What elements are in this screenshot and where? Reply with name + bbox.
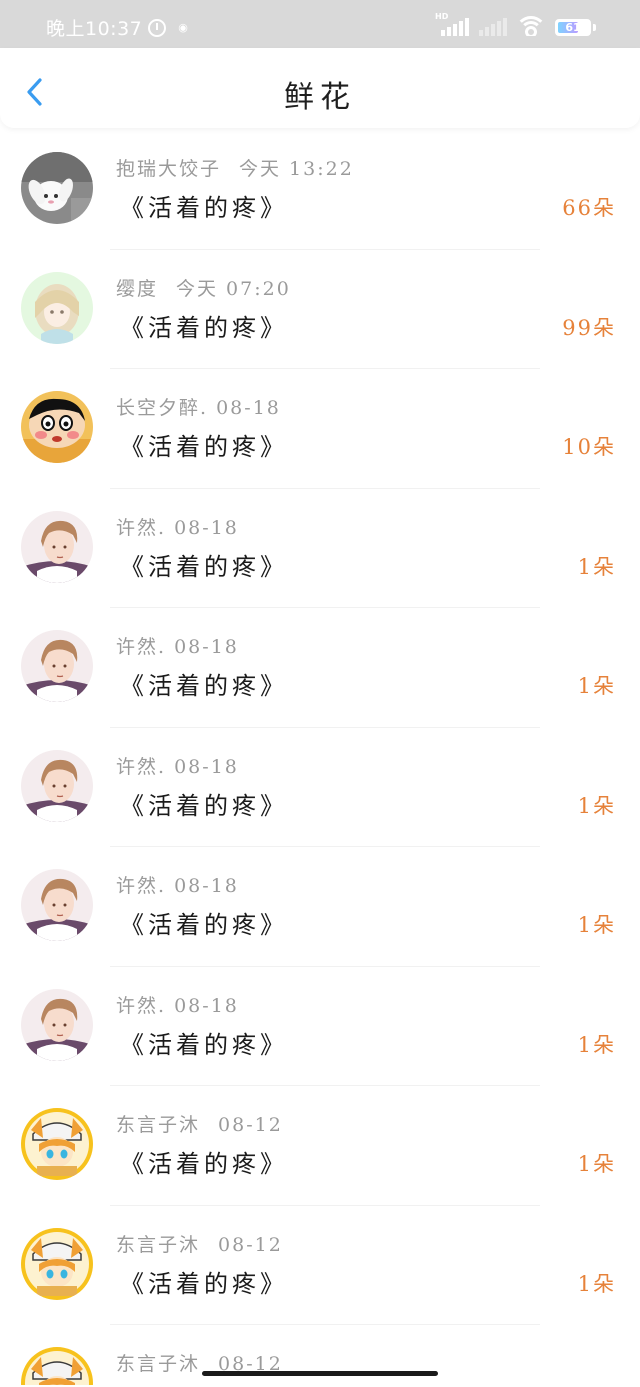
avatar[interactable]	[21, 391, 93, 463]
status-left: 晚上10:37 ◉	[46, 14, 188, 41]
sent-time: 今天 13:22	[239, 158, 354, 180]
book-title: 《活着的疼》	[120, 911, 288, 939]
flower-list: 抱瑞大饺子 今天 13:22 《活着的疼》 66朵缨度 今天 07:20 《活着的疼》 99…	[0, 130, 640, 1385]
avatar[interactable]	[21, 1227, 93, 1300]
avatar[interactable]	[21, 1347, 93, 1385]
book-title: 《活着的疼》	[120, 194, 288, 222]
flower-count: 1朵	[577, 554, 616, 579]
avatar[interactable]	[21, 152, 93, 224]
status-right: HD 61	[435, 12, 596, 36]
nav-header: 鲜花	[0, 48, 640, 128]
list-item[interactable]: 许然. 08-18 《活着的疼》 1朵	[0, 489, 640, 608]
wifi-icon	[517, 16, 545, 36]
sent-time: . 08-18	[200, 397, 281, 419]
status-bar: 晚上10:37 ◉ HD 61	[0, 0, 640, 48]
item-meta: 抱瑞大饺子 今天 13:22	[116, 154, 354, 181]
flower-count: 1朵	[577, 1271, 616, 1296]
sent-time: 今天 07:20	[176, 277, 291, 300]
avatar[interactable]	[21, 869, 93, 941]
book-title: 《活着的疼》	[120, 1150, 288, 1178]
sent-time: . 08-18	[158, 636, 239, 658]
battery-text: 61	[565, 21, 581, 34]
battery-cap	[593, 24, 596, 31]
flower-count: 1朵	[577, 793, 616, 818]
list-item[interactable]: 许然. 08-18 《活着的疼》 1朵	[0, 728, 640, 847]
item-meta: 许然. 08-18	[116, 991, 239, 1018]
avatar[interactable]	[21, 510, 93, 583]
page-title: 鲜花	[284, 80, 356, 115]
flower-count: 99朵	[562, 315, 616, 340]
list-item[interactable]: 东言子沐 08-12	[0, 1325, 640, 1385]
sent-time: 08-12	[218, 1114, 283, 1136]
book-title: 《活着的疼》	[120, 672, 288, 700]
avatar[interactable]	[21, 749, 93, 822]
book-title: 《活着的疼》	[120, 1269, 288, 1298]
flower-count: 1朵	[577, 913, 616, 937]
item-meta: 长空夕醉. 08-18	[116, 393, 281, 420]
list-item[interactable]: 许然. 08-18 《活着的疼》 1朵	[0, 608, 640, 728]
signal-icon: HD	[435, 12, 469, 36]
signal-2-icon	[479, 18, 507, 36]
item-meta: 许然. 08-18	[116, 752, 239, 779]
flower-count: 1朵	[577, 1032, 616, 1057]
sender-name: 东言子沐	[116, 1114, 201, 1136]
sender-name: 缨度	[116, 277, 159, 300]
flower-count: 66朵	[562, 196, 616, 220]
sent-time: . 08-18	[158, 994, 239, 1017]
avatar[interactable]	[21, 1108, 93, 1180]
hd-label: HD	[435, 12, 449, 21]
sent-time: . 08-18	[158, 875, 239, 897]
book-title: 《活着的疼》	[120, 552, 288, 581]
list-item[interactable]: 东言子沐 08-12 《活着的疼》 1朵	[0, 1206, 640, 1325]
status-time: 晚上10:37	[46, 18, 143, 40]
item-meta: 许然. 08-18	[116, 871, 239, 898]
sender-name: 抱瑞大饺子	[116, 158, 222, 180]
sent-time: 08-12	[218, 1233, 283, 1256]
flower-count: 10朵	[562, 435, 616, 459]
sender-name: 许然	[116, 994, 159, 1017]
avatar[interactable]	[21, 630, 93, 702]
list-item[interactable]: 长空夕醉. 08-18 《活着的疼》 10朵	[0, 369, 640, 489]
flower-count: 1朵	[577, 674, 616, 698]
book-title: 《活着的疼》	[120, 313, 288, 342]
book-title: 《活着的疼》	[120, 433, 288, 461]
sender-name: 东言子沐	[116, 1233, 201, 1256]
sender-name: 许然	[116, 875, 159, 897]
list-item[interactable]: 缨度 今天 07:20 《活着的疼》 99朵	[0, 250, 640, 369]
item-meta: 许然. 08-18	[116, 632, 239, 659]
list-item[interactable]: 抱瑞大饺子 今天 13:22 《活着的疼》 66朵	[0, 130, 640, 250]
item-meta: 缨度 今天 07:20	[116, 274, 291, 301]
item-meta: 东言子沐 08-12	[116, 1110, 283, 1137]
list-item[interactable]: 许然. 08-18 《活着的疼》 1朵	[0, 967, 640, 1086]
sender-name: 许然	[116, 755, 159, 778]
book-title: 《活着的疼》	[120, 791, 288, 820]
avatar[interactable]	[21, 988, 93, 1061]
list-item[interactable]: 东言子沐 08-12 《活着的疼》 1朵	[0, 1086, 640, 1206]
sent-time: . 08-18	[158, 755, 239, 778]
avatar[interactable]	[21, 271, 93, 344]
item-meta: 许然. 08-18	[116, 513, 239, 540]
book-title: 《活着的疼》	[120, 1030, 288, 1059]
notification-icon: ◉	[178, 21, 189, 34]
sender-name: 许然	[116, 516, 159, 539]
battery-icon: 61	[555, 19, 591, 36]
sent-time: . 08-18	[158, 516, 239, 539]
flower-count: 1朵	[577, 1152, 616, 1176]
list-item[interactable]: 许然. 08-18 《活着的疼》 1朵	[0, 847, 640, 967]
item-meta: 东言子沐 08-12	[116, 1230, 283, 1257]
sender-name: 长空夕醉	[116, 397, 201, 419]
sender-name: 东言子沐	[116, 1353, 201, 1375]
sender-name: 许然	[116, 636, 159, 658]
home-indicator[interactable]	[202, 1371, 438, 1376]
alarm-icon	[148, 18, 167, 37]
